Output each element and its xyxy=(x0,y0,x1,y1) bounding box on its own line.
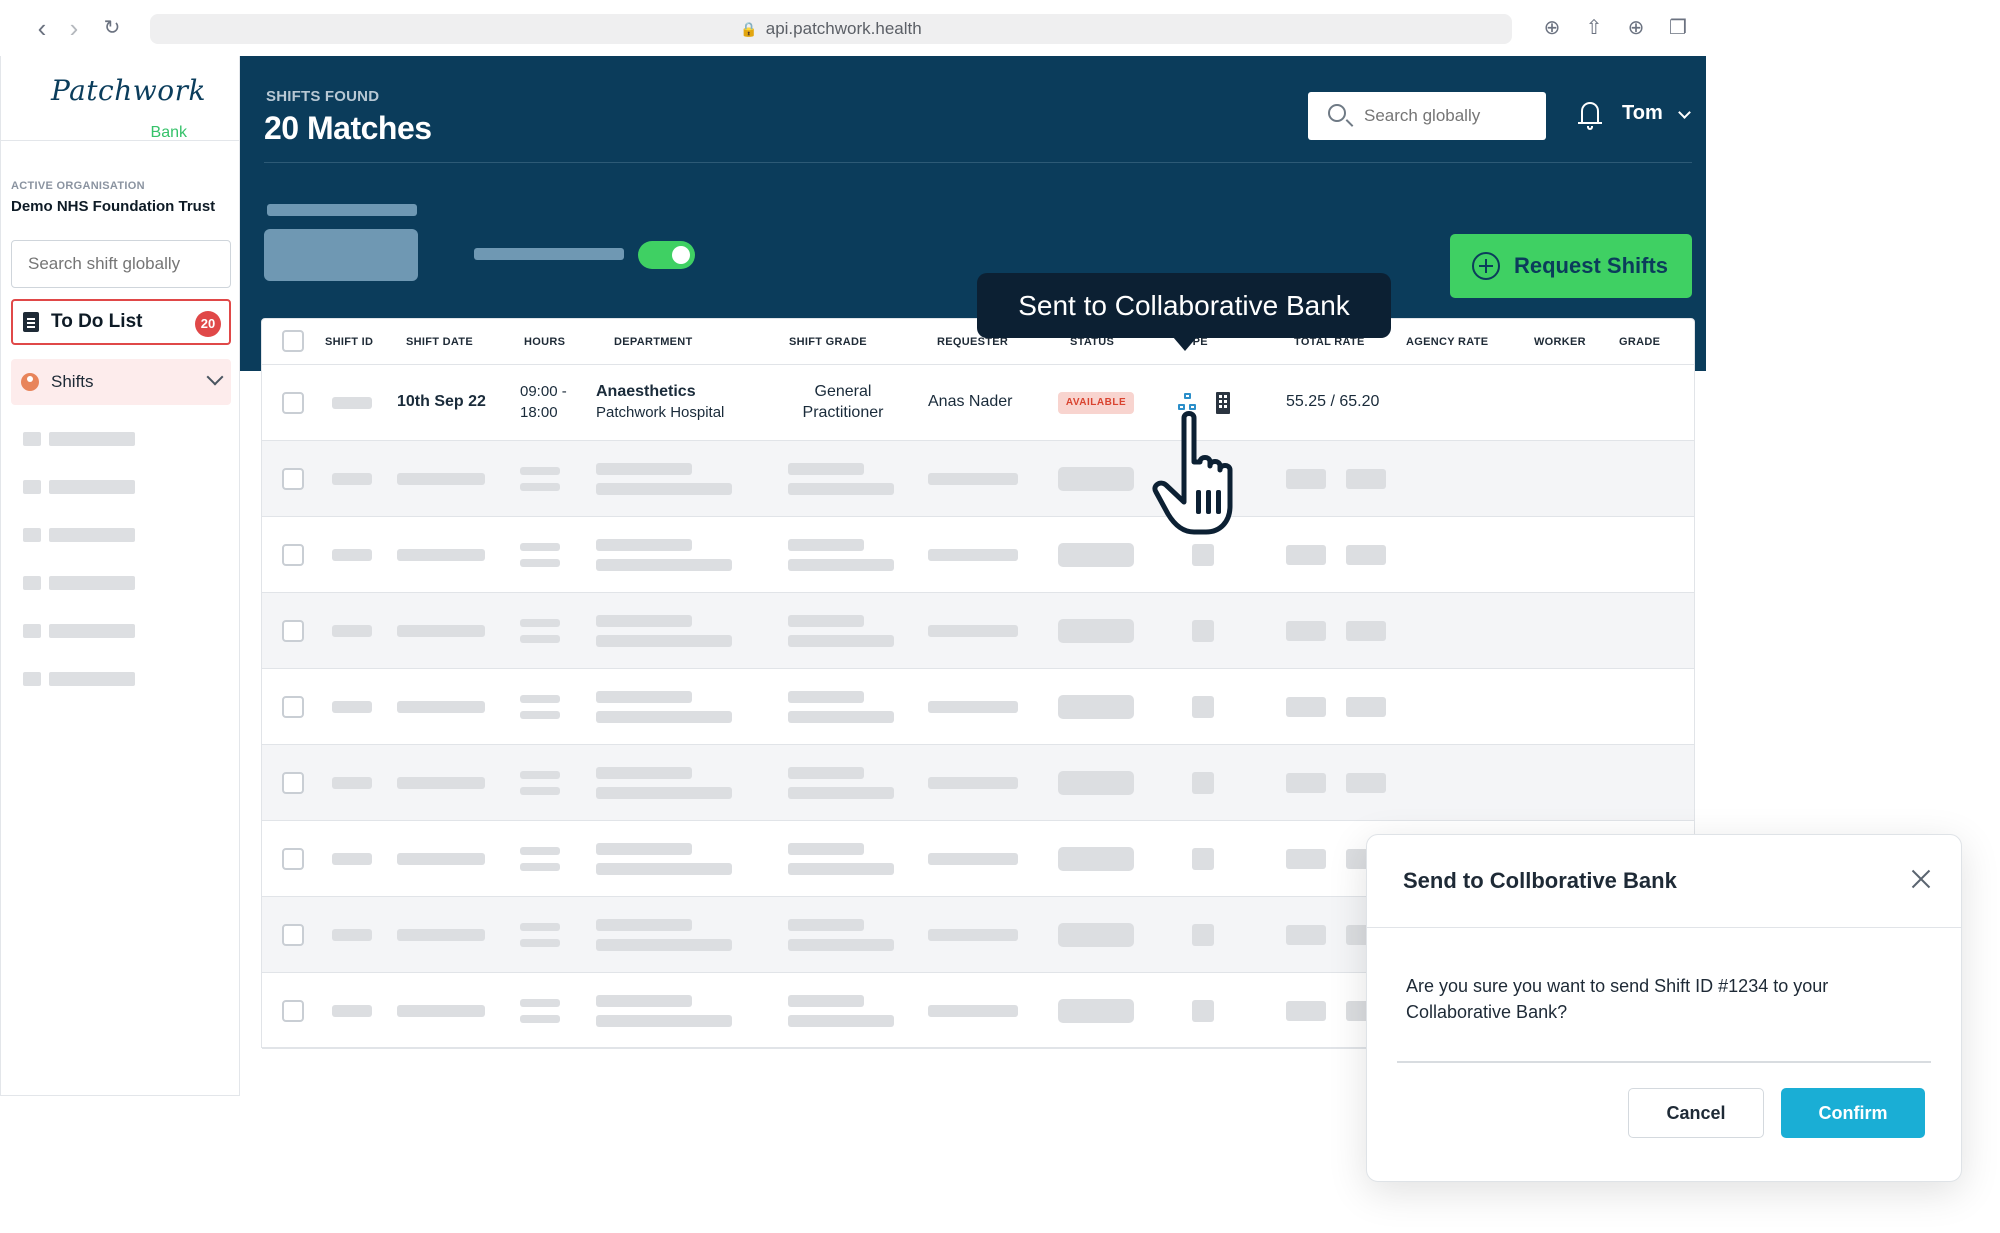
request-shifts-button[interactable]: Request Shifts xyxy=(1450,234,1692,298)
url-text: api.patchwork.health xyxy=(765,19,922,38)
status-badge: AVAILABLE xyxy=(1058,392,1134,414)
dialog-message: Are you sure you want to send Shift ID #… xyxy=(1406,976,1829,1022)
department-name: Anaesthetics xyxy=(596,383,696,400)
dialog-footer-divider xyxy=(1397,1061,1931,1063)
global-search[interactable] xyxy=(1308,92,1546,140)
hours-start: 09:00 - xyxy=(520,383,567,400)
org-name: Demo NHS Foundation Trust xyxy=(11,198,216,215)
user-circle-icon xyxy=(21,373,39,391)
page-title: 20 Matches xyxy=(264,110,432,146)
browser-toolbar: ‹ › ↻ 🔒 api.patchwork.health ⊕ ⇧ ⊕ ❐ xyxy=(0,0,2000,56)
toggle-knob xyxy=(672,246,690,264)
row-checkbox[interactable] xyxy=(282,392,304,414)
shifts-label: Shifts xyxy=(51,372,94,391)
search-icon xyxy=(1328,104,1346,122)
request-shifts-label: Request Shifts xyxy=(1514,253,1669,278)
table-row[interactable] xyxy=(262,593,1694,669)
send-to-bank-dialog: Send to Collborative Bank Are you sure y… xyxy=(1366,834,1962,1182)
row-checkbox[interactable] xyxy=(282,620,304,642)
header-divider xyxy=(264,162,1692,163)
column-header-shift-date[interactable]: SHIFT DATE xyxy=(406,336,473,348)
column-header-agency-rate[interactable]: AGENCY RATE xyxy=(1406,336,1488,348)
row-checkbox[interactable] xyxy=(282,468,304,490)
share-icon[interactable]: ⇧ xyxy=(1580,14,1608,42)
confirm-button[interactable]: Confirm xyxy=(1781,1088,1925,1138)
sidebar: Patchwork Bank ACTIVE ORGANISATION Demo … xyxy=(0,56,240,1096)
forward-icon[interactable]: › xyxy=(60,14,88,42)
column-header-shift-id[interactable]: SHIFT ID xyxy=(325,336,373,348)
tooltip: Sent to Collaborative Bank xyxy=(977,273,1391,338)
download-icon[interactable]: ⊕ xyxy=(1538,14,1566,42)
table-row[interactable] xyxy=(262,517,1694,593)
patchwork-logo[interactable]: Patchwork Bank xyxy=(51,74,205,141)
row-checkbox[interactable] xyxy=(282,696,304,718)
table-row[interactable] xyxy=(262,669,1694,745)
results-label: SHIFTS FOUND xyxy=(266,88,380,105)
select-all-checkbox[interactable] xyxy=(282,330,304,352)
chevron-down-icon xyxy=(206,368,224,386)
dialog-divider xyxy=(1367,927,1961,928)
column-header-worker[interactable]: WORKER xyxy=(1534,336,1586,348)
filter-label-placeholder xyxy=(267,204,417,216)
table-row[interactable] xyxy=(262,745,1694,821)
table-row[interactable]: 10th Sep 22 09:00 - 18:00 Anaesthetics P… xyxy=(262,365,1694,441)
grade-line-1: General xyxy=(814,383,872,400)
row-checkbox[interactable] xyxy=(282,544,304,566)
total-rate: 55.25 / 65.20 xyxy=(1286,393,1380,410)
sidebar-item-shifts[interactable]: Shifts xyxy=(11,359,231,405)
clipboard-icon xyxy=(23,312,39,332)
column-header-shift-grade[interactable]: SHIFT GRADE xyxy=(789,336,867,348)
org-label: ACTIVE ORGANISATION xyxy=(11,180,145,192)
lock-icon: 🔒 xyxy=(740,20,758,37)
sidebar-search-input[interactable] xyxy=(11,240,231,288)
logo-wordmark: Patchwork xyxy=(51,74,206,107)
dialog-title: Send to Collborative Bank xyxy=(1403,868,1677,893)
todo-label: To Do List xyxy=(51,311,143,332)
shift-id-placeholder xyxy=(332,397,372,409)
chevron-down-icon[interactable] xyxy=(1678,106,1691,119)
reload-icon[interactable]: ↻ xyxy=(98,14,126,42)
requester-name: Anas Nader xyxy=(928,393,1013,410)
table-row[interactable] xyxy=(262,441,1694,517)
grade-line-2: Practitioner xyxy=(802,404,884,421)
cancel-button[interactable]: Cancel xyxy=(1628,1088,1764,1138)
address-bar[interactable]: 🔒 api.patchwork.health xyxy=(150,14,1512,44)
hours-end: 18:00 xyxy=(520,404,558,421)
plus-circle-icon xyxy=(1472,252,1500,280)
new-tab-icon[interactable]: ⊕ xyxy=(1622,14,1650,42)
global-search-input[interactable] xyxy=(1364,92,1540,140)
bell-icon[interactable] xyxy=(1578,100,1602,130)
hand-cursor-icon xyxy=(1152,411,1233,535)
column-header-department[interactable]: DEPARTMENT xyxy=(614,336,693,348)
hospital-name: Patchwork Hospital xyxy=(596,404,725,421)
row-checkbox[interactable] xyxy=(282,1000,304,1022)
todo-count-badge: 20 xyxy=(195,311,221,337)
user-menu[interactable]: Tom xyxy=(1622,102,1663,125)
back-icon[interactable]: ‹ xyxy=(28,14,56,42)
tabs-overview-icon[interactable]: ❐ xyxy=(1664,14,1692,42)
close-icon[interactable] xyxy=(1907,865,1935,893)
column-header-grade[interactable]: GRADE xyxy=(1619,336,1660,348)
sidebar-divider xyxy=(1,140,240,141)
filter-button-placeholder[interactable] xyxy=(264,229,418,281)
row-checkbox[interactable] xyxy=(282,848,304,870)
tooltip-arrow xyxy=(1173,337,1197,351)
column-header-hours[interactable]: HOURS xyxy=(524,336,565,348)
shift-date: 10th Sep 22 xyxy=(397,393,486,410)
sidebar-item-todo-list[interactable]: To Do List 20 xyxy=(11,299,231,345)
toggle-label-placeholder xyxy=(474,248,624,260)
row-checkbox[interactable] xyxy=(282,772,304,794)
filter-toggle[interactable] xyxy=(638,241,695,269)
row-checkbox[interactable] xyxy=(282,924,304,946)
